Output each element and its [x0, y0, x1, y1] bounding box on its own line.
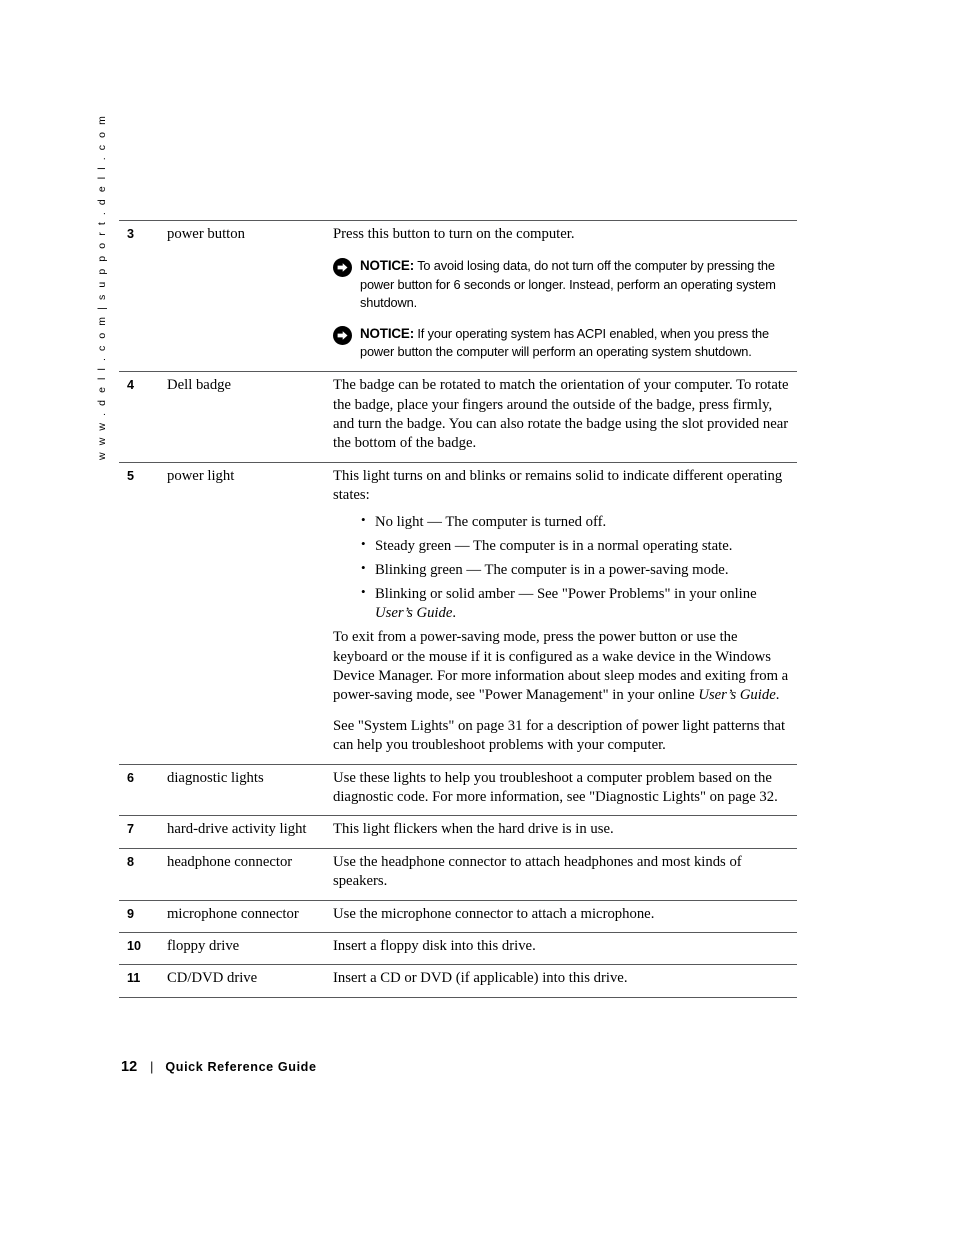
- description-text: Insert a CD or DVD (if applicable) into …: [333, 970, 628, 987]
- row-component-name: CD/DVD drive: [155, 964, 333, 998]
- row-description: This light turns on and blinks or remain…: [333, 461, 797, 765]
- row-number: 6: [119, 763, 155, 816]
- row-number: 5: [119, 461, 155, 765]
- footer-title: Quick Reference Guide: [165, 1060, 317, 1074]
- row-description: Insert a CD or DVD (if applicable) into …: [333, 964, 797, 998]
- footer-separator: |: [150, 1060, 154, 1074]
- running-header-dell-url: w w w . d e l l . c o m | s u p p o r t …: [96, 114, 108, 460]
- notice-body-text: To avoid losing data, do not turn off th…: [360, 258, 776, 310]
- table-row: 5 power light This light turns on and bl…: [119, 461, 797, 765]
- paragraph-tail: .: [775, 687, 780, 704]
- notice-text-wrap: NOTICE: To avoid losing data, do not tur…: [360, 256, 793, 311]
- description-text: Use the headphone connector to attach he…: [333, 853, 742, 890]
- list-item: No light — The computer is turned off.: [361, 512, 793, 532]
- row-component-name: power button: [155, 219, 333, 372]
- table-row: 3 power button Press this button to turn…: [119, 219, 797, 372]
- description-text: Use the microphone connector to attach a…: [333, 905, 655, 922]
- description-paragraph: To exit from a power-saving mode, press …: [333, 628, 793, 706]
- description-text: Use these lights to help you troubleshoo…: [333, 769, 778, 806]
- row-component-name: floppy drive: [155, 932, 333, 965]
- row-number: 9: [119, 899, 155, 933]
- row-description: Use the headphone connector to attach he…: [333, 847, 797, 901]
- table-row: 6 diagnostic lights Use these lights to …: [119, 763, 797, 816]
- row-component-name: microphone connector: [155, 899, 333, 933]
- row-description: Insert a floppy disk into this drive.: [333, 932, 797, 965]
- notice-label: NOTICE:: [360, 325, 414, 341]
- table-row: 8 headphone connector Use the headphone …: [119, 847, 797, 901]
- row-component-name: hard-drive activity light: [155, 815, 333, 849]
- notice-callout: NOTICE: To avoid losing data, do not tur…: [333, 256, 793, 311]
- description-text: This light turns on and blinks or remain…: [333, 467, 783, 504]
- row-number: 3: [119, 219, 155, 372]
- row-description: This light flickers when the hard drive …: [333, 815, 797, 849]
- description-paragraph: See "System Lights" on page 31 for a des…: [333, 717, 786, 754]
- page-footer: 12 | Quick Reference Guide: [121, 1059, 317, 1075]
- table-row: 10 floppy drive Insert a floppy disk int…: [119, 932, 797, 965]
- table-row: 9 microphone connector Use the microphon…: [119, 899, 797, 933]
- row-number: 10: [119, 932, 155, 965]
- description-text: Press this button to turn on the compute…: [333, 226, 575, 242]
- row-component-name: power light: [155, 461, 333, 765]
- row-description: The badge can be rotated to match the or…: [333, 371, 797, 463]
- notice-callout: NOTICE: If your operating system has ACP…: [333, 324, 793, 361]
- table-row: 7 hard-drive activity light This light f…: [119, 815, 797, 849]
- users-guide-reference: User’s Guide: [698, 687, 776, 704]
- row-description: Use the microphone connector to attach a…: [333, 899, 797, 933]
- list-item: Steady green — The computer is in a norm…: [361, 536, 793, 556]
- power-light-state-list: No light — The computer is turned off. S…: [333, 512, 793, 624]
- description-text: The badge can be rotated to match the or…: [333, 377, 789, 452]
- row-number: 11: [119, 964, 155, 998]
- component-description-table: 3 power button Press this button to turn…: [119, 219, 797, 998]
- table-row: 11 CD/DVD drive Insert a CD or DVD (if a…: [119, 964, 797, 998]
- list-item: Blinking or solid amber — See "Power Pro…: [361, 584, 793, 623]
- notice-arrow-icon: [333, 325, 352, 345]
- notice-body-text: If your operating system has ACPI enable…: [360, 325, 769, 360]
- row-component-name: headphone connector: [155, 847, 333, 901]
- row-component-name: diagnostic lights: [155, 763, 333, 816]
- notice-label: NOTICE:: [360, 258, 414, 274]
- users-guide-reference: User’s Guide: [375, 605, 453, 622]
- row-component-name: Dell badge: [155, 371, 333, 463]
- description-text: Insert a floppy disk into this drive.: [333, 938, 536, 955]
- notice-arrow-icon: [333, 258, 352, 278]
- row-number: 7: [119, 815, 155, 849]
- page-number: 12: [121, 1059, 138, 1075]
- notice-text-wrap: NOTICE: If your operating system has ACP…: [360, 324, 793, 361]
- list-item: Blinking green — The computer is in a po…: [361, 560, 793, 580]
- row-number: 8: [119, 847, 155, 901]
- list-item-text: Blinking or solid amber — See "Power Pro…: [375, 585, 757, 602]
- row-description: Press this button to turn on the compute…: [333, 219, 797, 372]
- list-item-tail: .: [452, 605, 457, 622]
- row-number: 4: [119, 371, 155, 463]
- table-row: 4 Dell badge The badge can be rotated to…: [119, 371, 797, 463]
- row-description: Use these lights to help you troubleshoo…: [333, 763, 797, 816]
- description-text: This light flickers when the hard drive …: [333, 821, 614, 838]
